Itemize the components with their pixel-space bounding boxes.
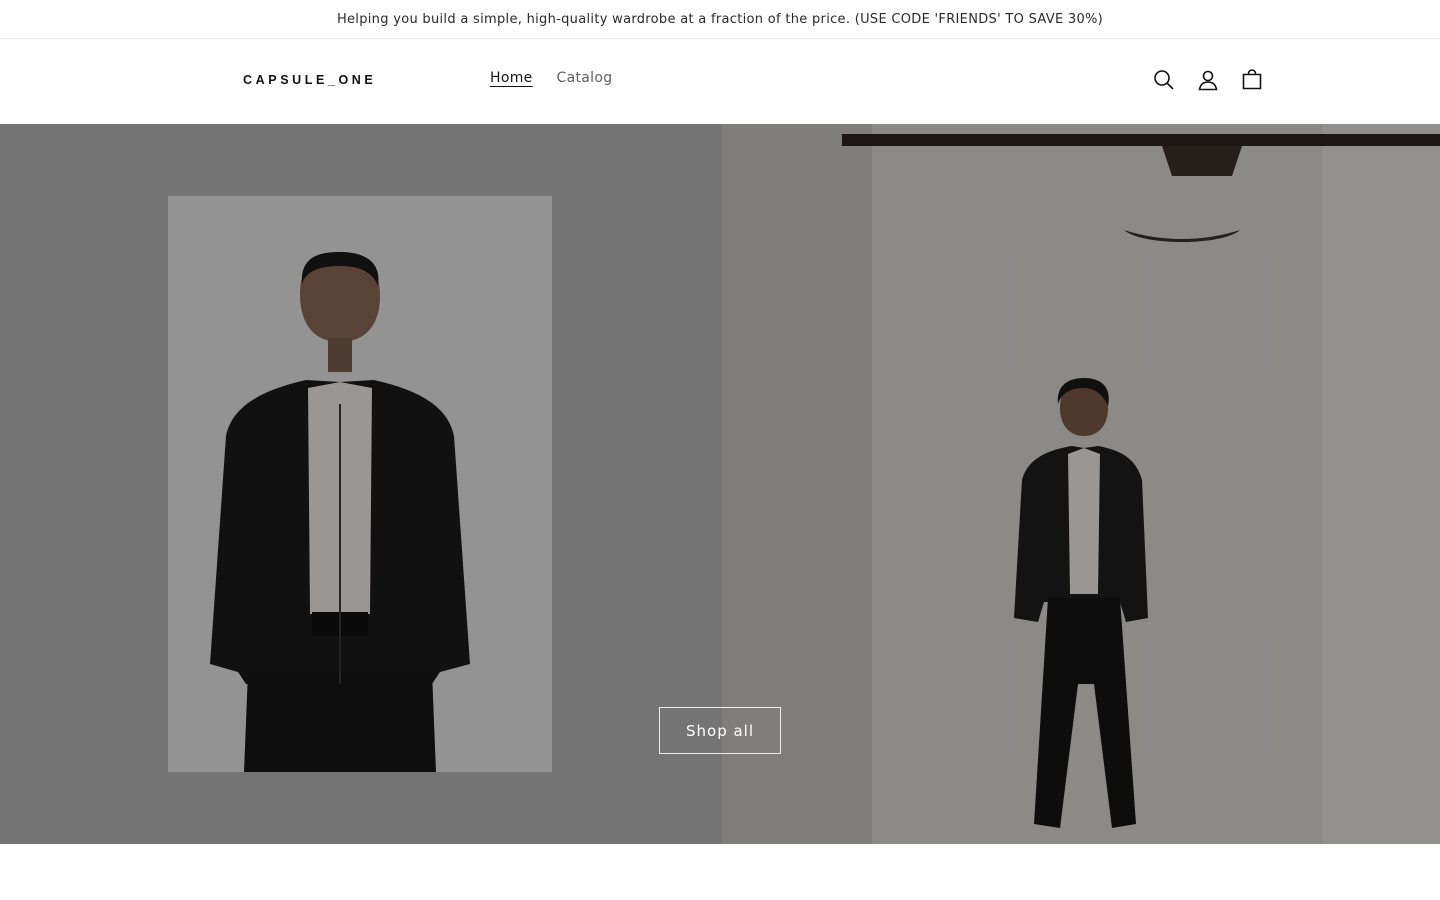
account-icon[interactable]: [1196, 68, 1220, 92]
site-header: CAPSULE_ONE Home Catalog: [0, 39, 1440, 124]
announcement-bar: Helping you build a simple, high-quality…: [0, 0, 1440, 39]
hero-banner: Shop all: [0, 124, 1440, 844]
main-nav: Home Catalog: [478, 70, 624, 86]
nav-catalog[interactable]: Catalog: [545, 70, 625, 86]
shop-all-button[interactable]: Shop all: [659, 707, 781, 754]
announcement-text: Helping you build a simple, high-quality…: [336, 11, 1104, 27]
nav-home[interactable]: Home: [478, 70, 545, 86]
cart-icon[interactable]: [1240, 68, 1264, 92]
logo[interactable]: CAPSULE_ONE: [243, 73, 376, 87]
search-icon[interactable]: [1152, 68, 1176, 92]
